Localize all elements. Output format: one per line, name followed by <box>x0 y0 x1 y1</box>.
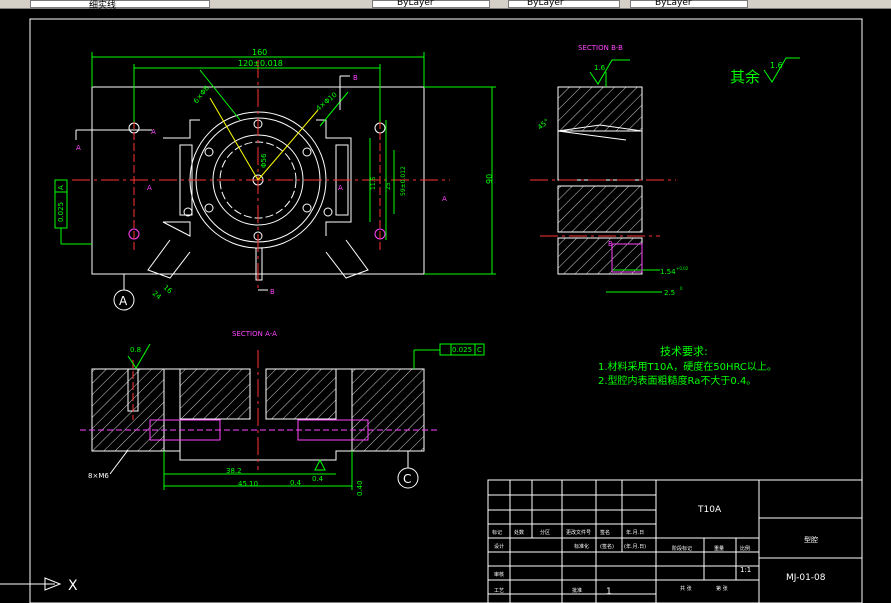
tech-req-line2: 2.型腔内表面粗糙度Ra不大于0.4。 <box>598 374 756 387</box>
sheet-border <box>29 18 863 603</box>
material-label: T10A <box>697 505 722 515</box>
svg-text:重量: 重量 <box>714 545 724 552</box>
svg-text:38.2: 38.2 <box>226 467 242 475</box>
svg-text:C: C <box>403 472 411 486</box>
svg-text:24: 24 <box>151 289 163 301</box>
tool-icons[interactable] <box>312 0 362 8</box>
svg-text:1.54: 1.54 <box>660 268 676 276</box>
svg-text:45.10: 45.10 <box>238 480 258 488</box>
svg-text:A: A <box>57 185 65 190</box>
svg-text:59±0.012: 59±0.012 <box>400 166 407 196</box>
svg-text:0.8: 0.8 <box>130 346 141 354</box>
svg-text:25: 25 <box>385 182 392 190</box>
svg-text:批准: 批准 <box>572 587 582 594</box>
svg-text:45°: 45° <box>536 117 551 131</box>
color-dropdown-value: ByLayer <box>397 0 434 8</box>
lineweight-dropdown[interactable]: ByLayer <box>630 0 748 8</box>
svg-text:0.4: 0.4 <box>312 475 324 483</box>
svg-text:0: 0 <box>680 286 683 291</box>
drawing-number: MJ-01-08 <box>786 573 826 583</box>
ucs-icon: X <box>0 577 78 594</box>
svg-text:更改文件号: 更改文件号 <box>566 529 591 536</box>
svg-text:1.6: 1.6 <box>770 61 783 70</box>
svg-text:共 张: 共 张 <box>680 585 692 592</box>
svg-text:2.5: 2.5 <box>664 289 675 297</box>
svg-text:1.6: 1.6 <box>594 64 606 72</box>
top-view: 160 120±0.018 90 11.5 25 59±0.012 6×Φ8 4… <box>54 48 496 311</box>
scale-value: 1:1 <box>740 566 751 574</box>
svg-text:X: X <box>68 578 78 594</box>
svg-text:A: A <box>76 144 81 152</box>
section-aa: SECTION A-A 0.8 0.025 C 8×M6 38.2 45.10 <box>80 330 485 496</box>
tech-requirements: 技术要求: 1.材料采用T10A，硬度在50HRC以上。 2.型腔内表面粗糙度R… <box>598 345 777 387</box>
svg-text:4×Φ10: 4×Φ10 <box>315 91 339 113</box>
svg-text:分区: 分区 <box>540 529 550 536</box>
svg-text:Φ56: Φ56 <box>260 153 268 168</box>
svg-text:16: 16 <box>162 283 174 295</box>
svg-text:(年.月.日): (年.月.日) <box>624 543 646 550</box>
svg-text:标准化: 标准化 <box>574 543 589 550</box>
svg-text:审核: 审核 <box>494 571 504 578</box>
other-roughness-prefix: 其余 <box>730 68 760 86</box>
svg-text:0.4: 0.4 <box>290 479 302 487</box>
title-block-text: T10A 型腔 MJ-01-08 1:1 1 标记 处数 分区 更改文件号 签名… <box>492 505 826 597</box>
svg-text:工艺: 工艺 <box>494 588 504 594</box>
svg-text:A: A <box>119 294 128 308</box>
svg-text:A: A <box>147 184 152 192</box>
svg-text:签名: 签名 <box>600 529 610 536</box>
layer-dropdown[interactable]: 细实线 <box>30 0 210 11</box>
svg-text:年.月.日: 年.月.日 <box>626 529 644 536</box>
dim-hole-spacing: 120±0.018 <box>238 59 283 68</box>
svg-text:(签名): (签名) <box>600 543 614 550</box>
svg-text:0.025: 0.025 <box>57 202 65 222</box>
section-aa-title: SECTION A-A <box>232 330 277 338</box>
svg-text:A: A <box>151 128 156 136</box>
drawing-canvas[interactable]: 160 120±0.018 90 11.5 25 59±0.012 6×Φ8 4… <box>0 8 891 603</box>
svg-text:0.025: 0.025 <box>452 346 472 354</box>
tech-req-title: 技术要求: <box>660 345 708 358</box>
svg-text:8×M6: 8×M6 <box>88 472 109 480</box>
svg-text:11.5: 11.5 <box>370 176 377 190</box>
other-roughness: 其余 1.6 <box>730 57 800 86</box>
svg-text:设计: 设计 <box>494 543 504 550</box>
svg-text:0.40: 0.40 <box>356 480 364 496</box>
lineweight-dropdown-value: ByLayer <box>655 0 692 8</box>
svg-text:标记: 标记 <box>492 529 502 536</box>
svg-text:阶段标记: 阶段标记 <box>672 545 692 552</box>
svg-text:第 张: 第 张 <box>716 585 728 592</box>
dim-width: 160 <box>252 48 267 57</box>
linetype-dropdown[interactable]: ByLayer <box>508 0 620 8</box>
part-name: 型腔 <box>804 535 818 544</box>
svg-text:+0.02: +0.02 <box>676 266 689 271</box>
svg-text:处数: 处数 <box>514 529 524 536</box>
svg-text:B: B <box>353 74 358 82</box>
section-bb: SECTION B-B 1.6 45° 1.54 2.5 +0.02 0 B <box>530 44 689 297</box>
color-dropdown[interactable]: ByLayer <box>372 0 490 8</box>
linetype-dropdown-value: ByLayer <box>527 0 564 8</box>
tech-req-line1: 1.材料采用T10A，硬度在50HRC以上。 <box>598 360 777 373</box>
svg-text:C: C <box>477 346 482 354</box>
svg-text:A: A <box>442 195 447 203</box>
svg-text:比例: 比例 <box>740 545 750 552</box>
section-bb-title: SECTION B-B <box>578 44 623 52</box>
svg-text:A: A <box>338 184 343 192</box>
svg-text:B: B <box>270 288 275 296</box>
sheet-number: 1 <box>606 587 612 597</box>
dim-height: 90 <box>485 174 494 184</box>
